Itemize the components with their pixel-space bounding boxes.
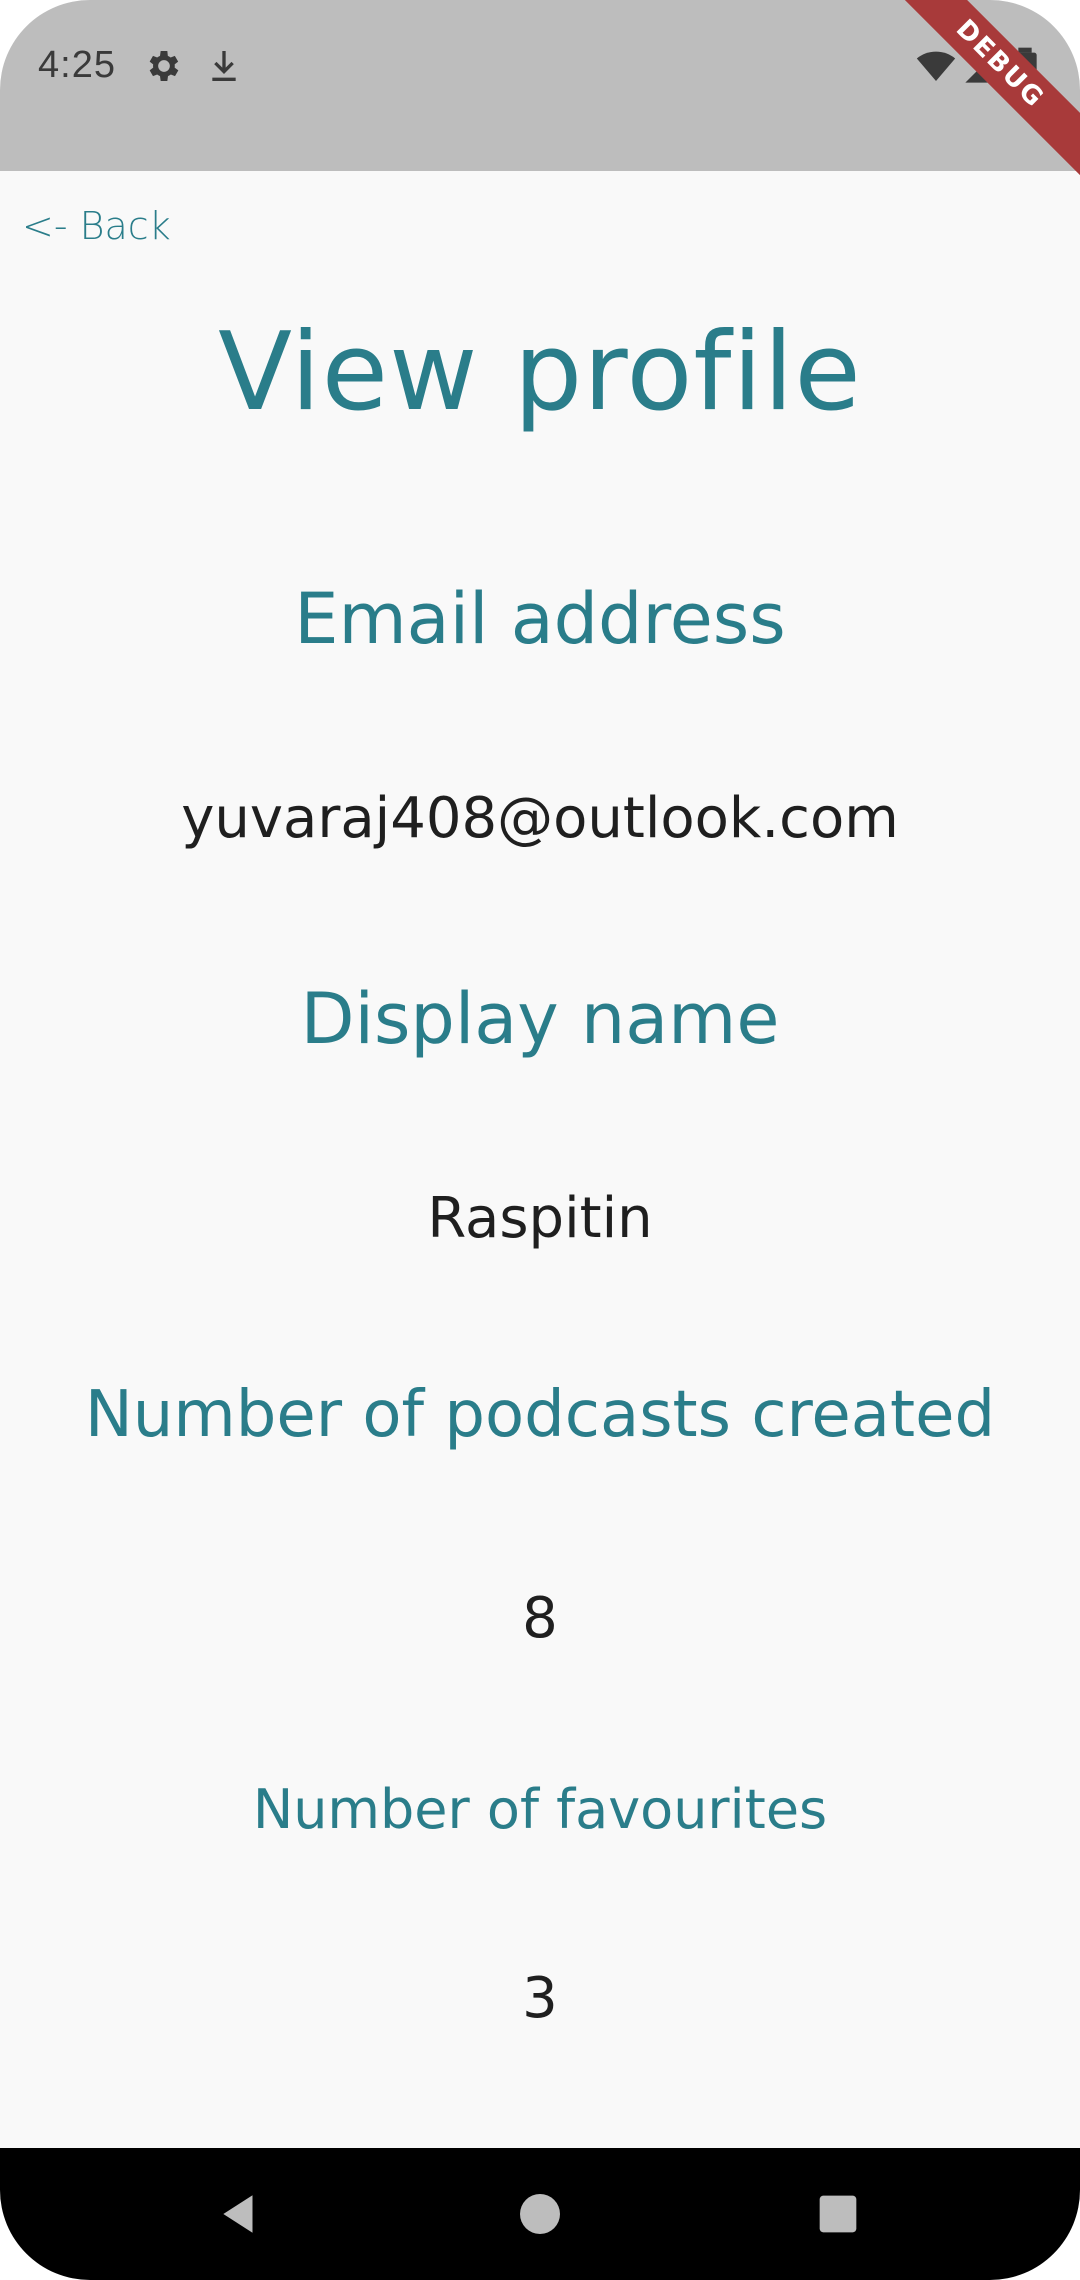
recents-square-icon	[819, 2195, 857, 2233]
display-name-value: Raspitin	[427, 1186, 653, 1251]
system-nav-bar	[0, 2148, 1080, 2280]
email-label: Email address	[294, 578, 786, 660]
gear-icon	[144, 46, 184, 86]
status-bar: 4:25 DEBUG	[0, 0, 1080, 186]
back-triangle-icon	[223, 2195, 253, 2233]
debug-banner: DEBUG	[878, 0, 1080, 186]
display-name-label: Display name	[300, 978, 780, 1060]
favourites-count-label: Number of favourites	[252, 1778, 828, 1841]
podcasts-count-label: Number of podcasts created	[84, 1378, 996, 1452]
nav-recents-button[interactable]	[778, 2148, 898, 2280]
back-button[interactable]: <- Back	[22, 204, 171, 248]
nav-back-button[interactable]	[180, 2148, 300, 2280]
home-circle-icon	[520, 2194, 560, 2234]
favourites-count-value: 3	[522, 1966, 558, 2031]
app-screen: 4:25 DEBUG <- Back View profile Email ad…	[0, 0, 1080, 2280]
email-value: yuvaraj408@outlook.com	[181, 786, 899, 851]
status-time: 4:25	[38, 44, 116, 86]
page-title: View profile	[218, 310, 862, 435]
download-icon	[204, 46, 244, 86]
podcasts-count-value: 8	[522, 1586, 558, 1651]
nav-home-button[interactable]	[480, 2148, 600, 2280]
wifi-icon	[914, 46, 956, 86]
